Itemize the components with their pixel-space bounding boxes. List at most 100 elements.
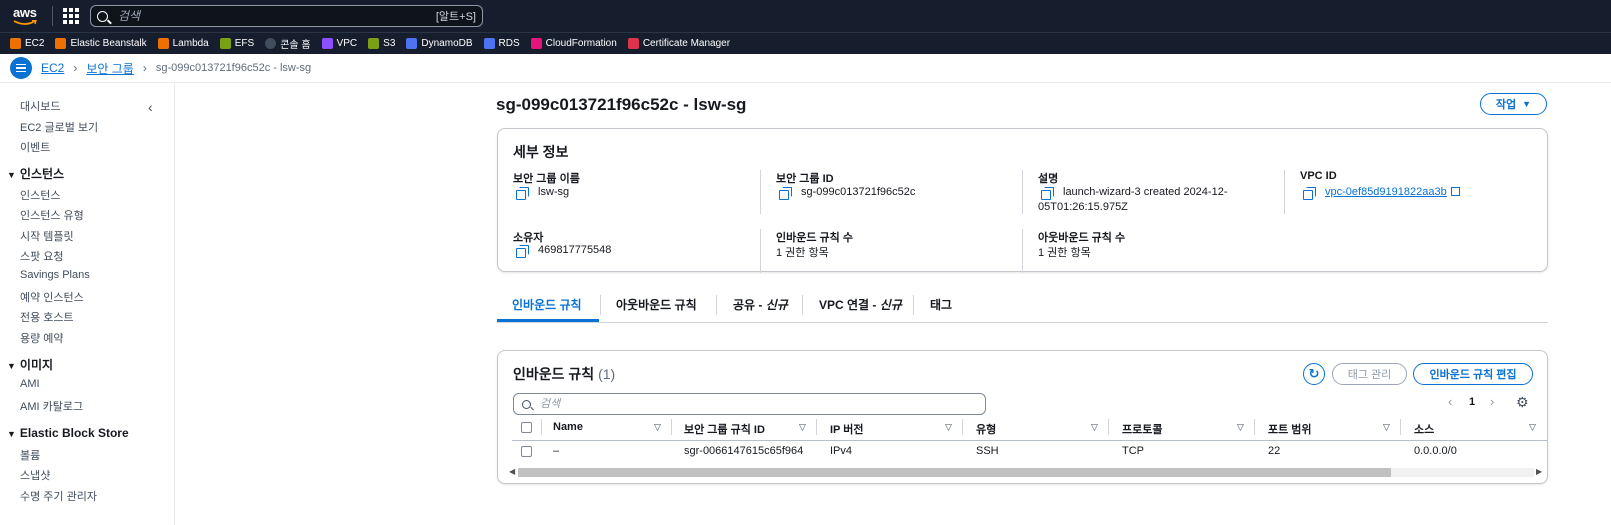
gear-icon[interactable]: ⚙	[1516, 394, 1529, 411]
chevron-right-icon[interactable]: ›	[1490, 394, 1494, 409]
column-header-protocol[interactable]: 프로토콜	[1122, 421, 1162, 437]
services-grid-icon[interactable]	[62, 7, 80, 25]
copy-icon[interactable]	[1041, 187, 1054, 200]
rules-search[interactable]	[513, 393, 986, 415]
inbound-count-value: 1 권한 항목	[776, 247, 829, 259]
column-header-name[interactable]: Name	[553, 421, 583, 433]
sidebar-item-dashboard[interactable]: 대시보드	[20, 98, 60, 114]
sort-caret-icon[interactable]: ▽	[1091, 422, 1098, 433]
refresh-icon[interactable]: ↻	[1303, 363, 1325, 385]
chevron-left-icon[interactable]: ‹	[148, 99, 153, 115]
favorite-elastic-beanstalk[interactable]: Elastic Beanstalk	[55, 38, 147, 49]
sort-caret-icon[interactable]: ▽	[654, 422, 661, 433]
column-header-port-range[interactable]: 포트 범위	[1268, 421, 1312, 437]
sidebar-item-ami-catalog[interactable]: AMI 카탈로그	[20, 398, 83, 414]
column-header-rule-id[interactable]: 보안 그룹 규칙 ID	[684, 421, 765, 437]
aws-smile-icon	[13, 20, 37, 25]
tab-sharing[interactable]: 공유 - 신규	[733, 296, 788, 313]
horizontal-scrollbar[interactable]: ◀ ▶	[508, 467, 1544, 478]
sidebar-item-spot-requests[interactable]: 스팟 요청	[20, 248, 64, 264]
sidebar-item-lifecycle-manager[interactable]: 수명 주기 관리자	[20, 488, 97, 504]
page-number[interactable]: 1	[1469, 396, 1475, 408]
favorites-bar: EC2 Elastic Beanstalk Lambda EFS 콘솔 홈 VP…	[0, 32, 1611, 54]
global-search[interactable]: [알트+S]	[90, 5, 483, 27]
sidebar-section-instances[interactable]: ▼ 인스턴스	[7, 165, 64, 182]
console-home-icon	[265, 38, 277, 49]
edit-inbound-rules-button[interactable]: 인바운드 규칙 편집	[1413, 363, 1533, 385]
column-header-type[interactable]: 유형	[976, 421, 996, 437]
sidebar-item-ami[interactable]: AMI	[20, 378, 40, 390]
manage-tags-button[interactable]: 태그 관리	[1332, 363, 1407, 385]
vpc-id-label: VPC ID	[1300, 170, 1337, 182]
favorite-certificate-manager[interactable]: Certificate Manager	[627, 38, 730, 49]
sidebar-section-images[interactable]: ▼ 이미지	[7, 356, 53, 373]
sort-caret-icon[interactable]: ▽	[1383, 422, 1390, 433]
tab-tags[interactable]: 태그	[930, 296, 952, 313]
aws-logo[interactable]: aws	[10, 2, 46, 30]
scrollbar-thumb[interactable]	[518, 468, 1391, 477]
scroll-left-arrow-icon[interactable]: ◀	[509, 467, 515, 476]
favorite-dynamodb[interactable]: DynamoDB	[406, 38, 473, 49]
favorite-efs[interactable]: EFS	[219, 38, 254, 49]
sidebar-item-instances[interactable]: 인스턴스	[20, 187, 60, 203]
search-shortcut-hint: [알트+S]	[435, 11, 476, 23]
vpc-id-link[interactable]: vpc-0ef85d9191822aa3b	[1325, 186, 1447, 198]
favorite-rds[interactable]: RDS	[483, 38, 520, 49]
copy-icon[interactable]	[516, 245, 529, 258]
sidebar-item-instance-types[interactable]: 인스턴스 유형	[20, 207, 84, 223]
global-search-input[interactable]	[118, 9, 436, 23]
caret-down-icon: ▼	[1522, 99, 1532, 109]
copy-icon[interactable]	[516, 187, 529, 200]
inbound-count-label: 인바운드 규칙 수	[776, 232, 853, 244]
sort-caret-icon[interactable]: ▽	[1237, 422, 1244, 433]
tab-outbound-rules[interactable]: 아웃바운드 규칙	[616, 296, 697, 313]
column-divider	[962, 419, 963, 435]
breadcrumb-ec2[interactable]: EC2	[41, 61, 64, 75]
favorite-cloudformation[interactable]: CloudFormation	[530, 38, 617, 49]
favorite-s3[interactable]: S3	[368, 38, 395, 49]
sidebar-item-reserved-instances[interactable]: 예약 인스턴스	[20, 289, 84, 305]
sidebar-item-global-view[interactable]: EC2 글로벌 보기	[20, 119, 98, 135]
actions-button[interactable]: 작업 ▼	[1480, 93, 1547, 115]
tab-vpc-associations[interactable]: VPC 연결 - 신규	[819, 296, 902, 313]
sidebar-item-dedicated-hosts[interactable]: 전용 호스트	[20, 309, 74, 325]
sidebar-item-capacity-reservations[interactable]: 용량 예약	[20, 330, 64, 346]
tab-divider	[600, 295, 601, 315]
copy-icon[interactable]	[1303, 187, 1316, 200]
sort-caret-icon[interactable]: ▽	[945, 422, 952, 433]
hamburger-menu-icon[interactable]	[10, 57, 32, 79]
scroll-right-arrow-icon[interactable]: ▶	[1536, 467, 1542, 476]
efs-service-icon	[219, 38, 231, 49]
rules-search-input[interactable]	[540, 398, 977, 410]
tab-divider	[913, 295, 914, 315]
sort-caret-icon[interactable]: ▽	[799, 422, 806, 433]
favorite-console-home[interactable]: 콘솔 홈	[265, 36, 311, 51]
breadcrumb-security-groups[interactable]: 보안 그룹	[86, 60, 134, 77]
owner-label: 소유자	[513, 232, 544, 244]
sidebar-item-volumes[interactable]: 볼륨	[20, 447, 40, 463]
sidebar-section-ebs[interactable]: ▼ Elastic Block Store	[7, 426, 129, 440]
sg-name-value: lsw-sg	[516, 186, 569, 200]
column-divider	[1022, 229, 1023, 273]
sidebar-item-snapshots[interactable]: 스냅샷	[20, 467, 50, 483]
column-header-ip-version[interactable]: IP 버전	[830, 421, 864, 437]
favorite-lambda[interactable]: Lambda	[157, 38, 209, 49]
sidebar-item-savings-plans[interactable]: Savings Plans	[20, 269, 90, 281]
sort-caret-icon[interactable]: ▽	[1529, 422, 1536, 433]
certificate-manager-service-icon	[627, 38, 639, 49]
favorite-ec2[interactable]: EC2	[10, 38, 44, 49]
row-checkbox[interactable]	[521, 446, 532, 457]
column-divider	[541, 419, 542, 435]
column-divider	[816, 419, 817, 435]
copy-icon[interactable]	[779, 187, 792, 200]
sidebar-item-launch-templates[interactable]: 시작 템플릿	[20, 228, 74, 244]
chevron-left-icon[interactable]: ‹	[1448, 394, 1452, 409]
caret-down-icon: ▼	[7, 170, 16, 180]
inbound-rules-title: 인바운드 규칙 (1)	[513, 366, 616, 382]
ec2-service-icon	[10, 38, 21, 49]
column-header-source[interactable]: 소스	[1414, 421, 1434, 437]
tab-inbound-rules[interactable]: 인바운드 규칙	[512, 296, 582, 313]
select-all-checkbox[interactable]	[521, 422, 532, 433]
favorite-vpc[interactable]: VPC	[321, 38, 357, 49]
sidebar-item-events[interactable]: 이벤트	[20, 139, 50, 155]
